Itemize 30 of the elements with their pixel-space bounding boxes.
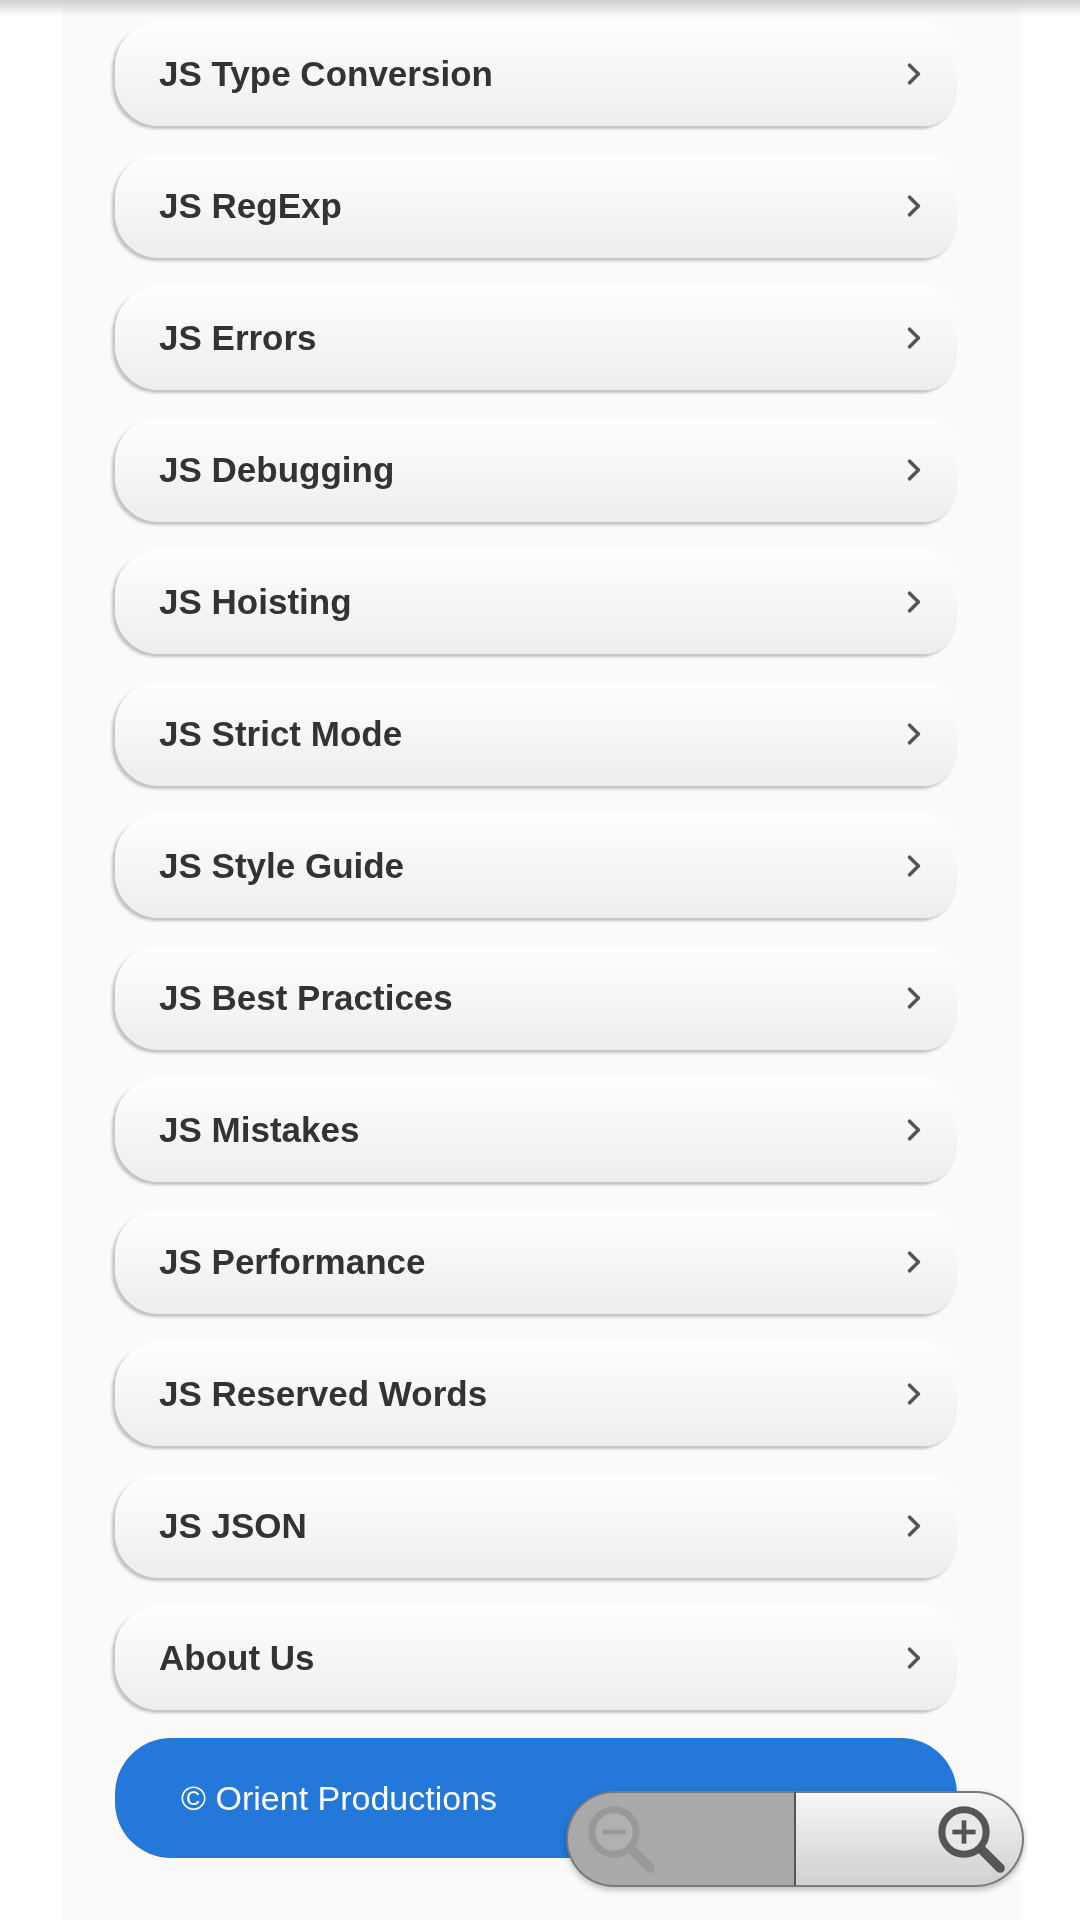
chevron-right-icon — [907, 63, 921, 85]
menu-item[interactable]: JS Strict Mode — [115, 682, 957, 786]
chevron-right-icon — [907, 1647, 921, 1669]
chevron-right-icon — [907, 459, 921, 481]
chevron-right-icon — [907, 195, 921, 217]
zoom-out-icon — [586, 1804, 656, 1874]
menu-item[interactable]: JS Hoisting — [115, 550, 957, 654]
menu-item[interactable]: JS Performance — [115, 1210, 957, 1314]
chevron-right-icon — [907, 1515, 921, 1537]
menu-item[interactable]: JS Type Conversion — [115, 22, 957, 126]
zoom-in-button[interactable] — [795, 1791, 1024, 1887]
menu-item[interactable]: About Us — [115, 1606, 957, 1710]
chevron-right-icon — [907, 1119, 921, 1141]
menu-item[interactable]: JS Mistakes — [115, 1078, 957, 1182]
menu-item[interactable]: JS Style Guide — [115, 814, 957, 918]
chevron-right-icon — [907, 723, 921, 745]
menu-item[interactable]: JS JSON — [115, 1474, 957, 1578]
menu-item[interactable]: JS Errors — [115, 286, 957, 390]
chevron-right-icon — [907, 1251, 921, 1273]
chevron-right-icon — [907, 855, 921, 877]
menu-item[interactable]: JS Best Practices — [115, 946, 957, 1050]
menu-item[interactable]: JS Debugging — [115, 418, 957, 522]
zoom-in-icon — [936, 1804, 1006, 1874]
menu-item[interactable]: JS Reserved Words — [115, 1342, 957, 1446]
chevron-right-icon — [907, 591, 921, 613]
copyright-text: © Orient Productions — [181, 1778, 498, 1818]
chevron-right-icon — [907, 327, 921, 349]
chevron-right-icon — [907, 1383, 921, 1405]
chevron-right-icon — [907, 987, 921, 1009]
menu-item[interactable]: JS RegExp — [115, 154, 957, 258]
